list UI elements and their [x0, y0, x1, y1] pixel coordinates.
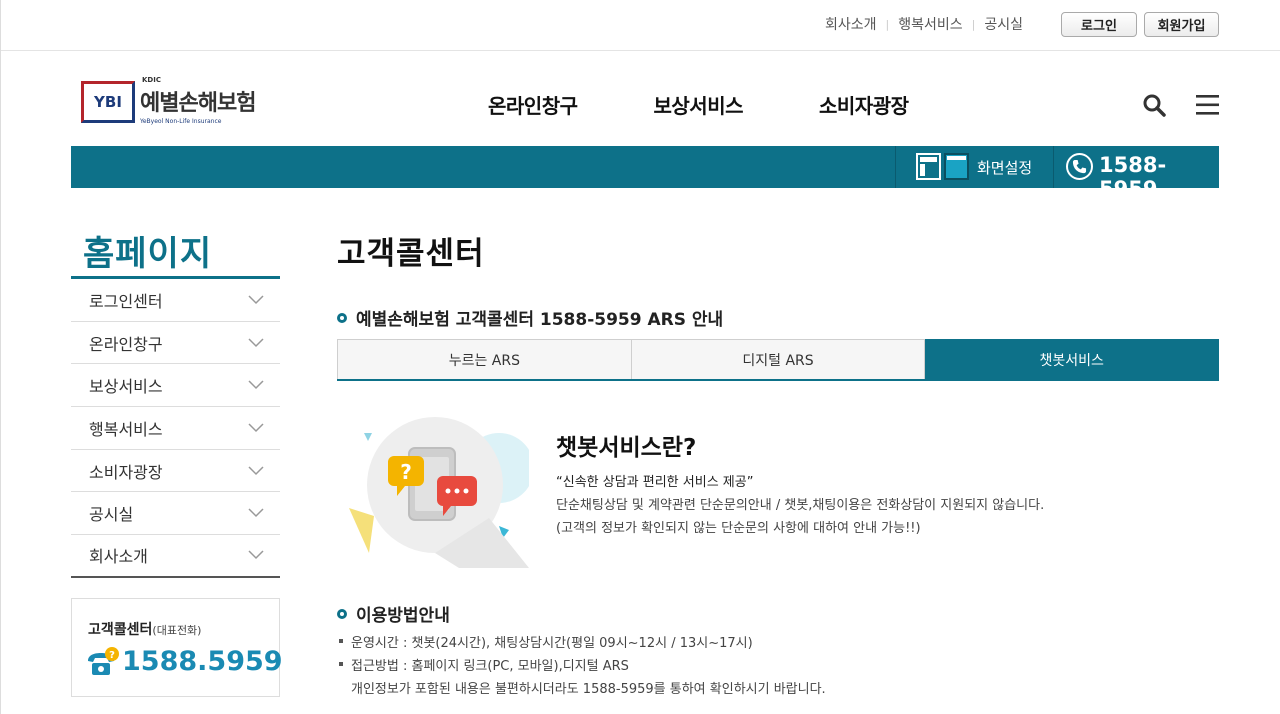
telephone-question-icon: ?: [88, 647, 119, 675]
sidebar-item-online[interactable]: 온라인창구: [71, 322, 280, 365]
sidebar-item-label: 행복서비스: [89, 419, 163, 439]
search-icon[interactable]: [1142, 93, 1166, 117]
util-link-happy-service[interactable]: 행복서비스: [898, 14, 962, 34]
sidebar-item-label: 보상서비스: [89, 377, 163, 397]
chevron-down-icon: [248, 295, 264, 304]
layout-toggle: [916, 153, 972, 180]
chevron-down-icon: [248, 423, 264, 432]
page-title: 고객콜센터: [337, 236, 485, 272]
chevron-down-icon: [248, 466, 264, 475]
usage-privacy-note: 개인정보가 포함된 내용은 불편하시더라도 1588-5959를 통하여 확인하…: [351, 682, 826, 697]
utility-links: 회사소개 | 행복서비스 | 공시실: [825, 14, 1023, 34]
main-nav: 온라인창구 보상서비스 소비자광장: [488, 90, 985, 119]
chatbot-description: 단순채팅상담 및 계약관련 단순문의안내 / 챗봇,채팅이용은 전화상담이 지원…: [556, 498, 1045, 513]
section-heading-text: 이용방법안내: [356, 606, 450, 626]
svg-text:?: ?: [109, 650, 115, 661]
chatbot-illustration: ?: [349, 417, 529, 568]
chevron-down-icon: [248, 338, 264, 347]
usage-hours: 운영시간 : 챗봇(24시간), 채팅상담시간(평일 09시~12시 / 13시…: [351, 636, 753, 651]
square-bullet-icon: [339, 639, 343, 643]
header-phone-number: 1588-5959: [1099, 153, 1167, 201]
hamburger-menu-icon[interactable]: [1196, 94, 1219, 116]
ring-bullet-icon: [337, 312, 347, 323]
sidebar-menu: 로그인센터 온라인창구 보상서비스 행복서비스 소비자광장 공시실 회사소개: [71, 279, 280, 578]
usage-access: 접근방법 : 홈페이지 링크(PC, 모바일),디지털 ARS: [351, 659, 629, 674]
chevron-down-icon: [248, 508, 264, 518]
callcenter-title-text: 고객콜센터: [88, 622, 153, 638]
util-link-company[interactable]: 회사소개: [825, 14, 877, 34]
chatbot-note: (고객의 정보가 확인되지 않는 단순문의 사항에 대하여 안내 가능!!): [556, 521, 921, 536]
tab-push-ars[interactable]: 누르는 ARS: [337, 339, 632, 379]
chatbot-quote: “신속한 상담과 편리한 서비스 제공”: [556, 475, 754, 490]
bar-divider: [895, 146, 896, 188]
layout-wide-icon[interactable]: [944, 153, 969, 180]
sidebar-item-consumer[interactable]: 소비자광장: [71, 450, 280, 493]
section-heading-usage: 이용방법안내: [337, 601, 450, 626]
logo-kdic: KDIC: [142, 76, 161, 84]
logo-text: KDIC 예별손해보험 YeByeol Non-Life Insurance: [140, 76, 256, 125]
chevron-down-icon: [248, 550, 264, 560]
nav-item-consumer[interactable]: 소비자광장: [819, 90, 909, 119]
tab-chatbot[interactable]: 챗봇서비스: [925, 339, 1220, 379]
sidebar-item-disclosure[interactable]: 공시실: [71, 492, 280, 536]
logo-english-name: YeByeol Non-Life Insurance: [140, 118, 222, 125]
callcenter-number: 1588.5959: [122, 646, 283, 677]
sidebar-item-happy-service[interactable]: 행복서비스: [71, 407, 280, 450]
sidebar-item-label: 소비자광장: [89, 462, 163, 482]
sidebar-title: 홈페이지: [83, 234, 213, 274]
sidebar-item-label: 로그인센터: [89, 291, 163, 311]
tab-digital-ars[interactable]: 디지털 ARS: [631, 339, 926, 379]
utility-bar: 회사소개 | 행복서비스 | 공시실 로그인 회원가입: [1, 0, 1280, 51]
nav-item-claims[interactable]: 보상서비스: [654, 90, 744, 119]
ars-tabs: 누르는 ARS 디지털 ARS 챗봇서비스: [337, 339, 1220, 381]
sidebar-item-label: 회사소개: [89, 547, 148, 567]
sidebar-item-claims[interactable]: 보상서비스: [71, 364, 280, 408]
sidebar-item-login-center[interactable]: 로그인센터: [71, 279, 280, 322]
chevron-down-icon: [248, 380, 264, 390]
util-separator: |: [971, 17, 976, 31]
callcenter-title: 고객콜센터(대표전화): [88, 619, 201, 639]
logo-mark: YBI: [81, 81, 135, 123]
svg-text:?: ?: [400, 460, 412, 484]
phone-icon: [1066, 153, 1093, 180]
ring-bullet-icon: [337, 608, 347, 619]
layout-narrow-icon[interactable]: [916, 153, 941, 180]
nav-item-online[interactable]: 온라인창구: [488, 90, 578, 119]
info-bar: 화면설정 1588-5959: [71, 146, 1219, 201]
sidebar-item-company[interactable]: 회사소개: [71, 535, 280, 578]
login-button[interactable]: 로그인: [1061, 12, 1137, 37]
site-logo[interactable]: YBI KDIC 예별손해보험 YeByeol Non-Life Insuran…: [81, 76, 256, 125]
signup-button[interactable]: 회원가입: [1144, 12, 1219, 37]
list-item: 운영시간 : 챗봇(24시간), 채팅상담시간(평일 09시~12시 / 13시…: [339, 632, 826, 655]
sidebar-item-label: 온라인창구: [89, 334, 163, 354]
util-separator: |: [885, 17, 890, 31]
sidebar-item-label: 공시실: [89, 505, 134, 525]
callcenter-box: 고객콜센터(대표전화) ? 1588.5959: [71, 598, 283, 697]
logo-company-name: 예별손해보험: [140, 91, 256, 116]
callcenter-title-note: (대표전화): [152, 624, 202, 637]
square-bullet-icon: [339, 662, 343, 666]
chatbot-title: 챗봇서비스란?: [556, 435, 697, 461]
list-item: 개인정보가 포함된 내용은 불편하시더라도 1588-5959를 통하여 확인하…: [339, 678, 826, 701]
list-item: 접근방법 : 홈페이지 링크(PC, 모바일),디지털 ARS: [339, 655, 826, 678]
section-heading-text: 예별손해보험 고객콜센터 1588-5959 ARS 안내: [356, 310, 724, 330]
screen-setting-label[interactable]: 화면설정: [977, 157, 1032, 178]
bar-divider: [1053, 146, 1054, 188]
section-heading-ars: 예별손해보험 고객콜센터 1588-5959 ARS 안내: [337, 305, 723, 330]
util-link-disclosure[interactable]: 공시실: [984, 14, 1023, 34]
usage-list: 운영시간 : 챗봇(24시간), 채팅상담시간(평일 09시~12시 / 13시…: [339, 632, 826, 701]
